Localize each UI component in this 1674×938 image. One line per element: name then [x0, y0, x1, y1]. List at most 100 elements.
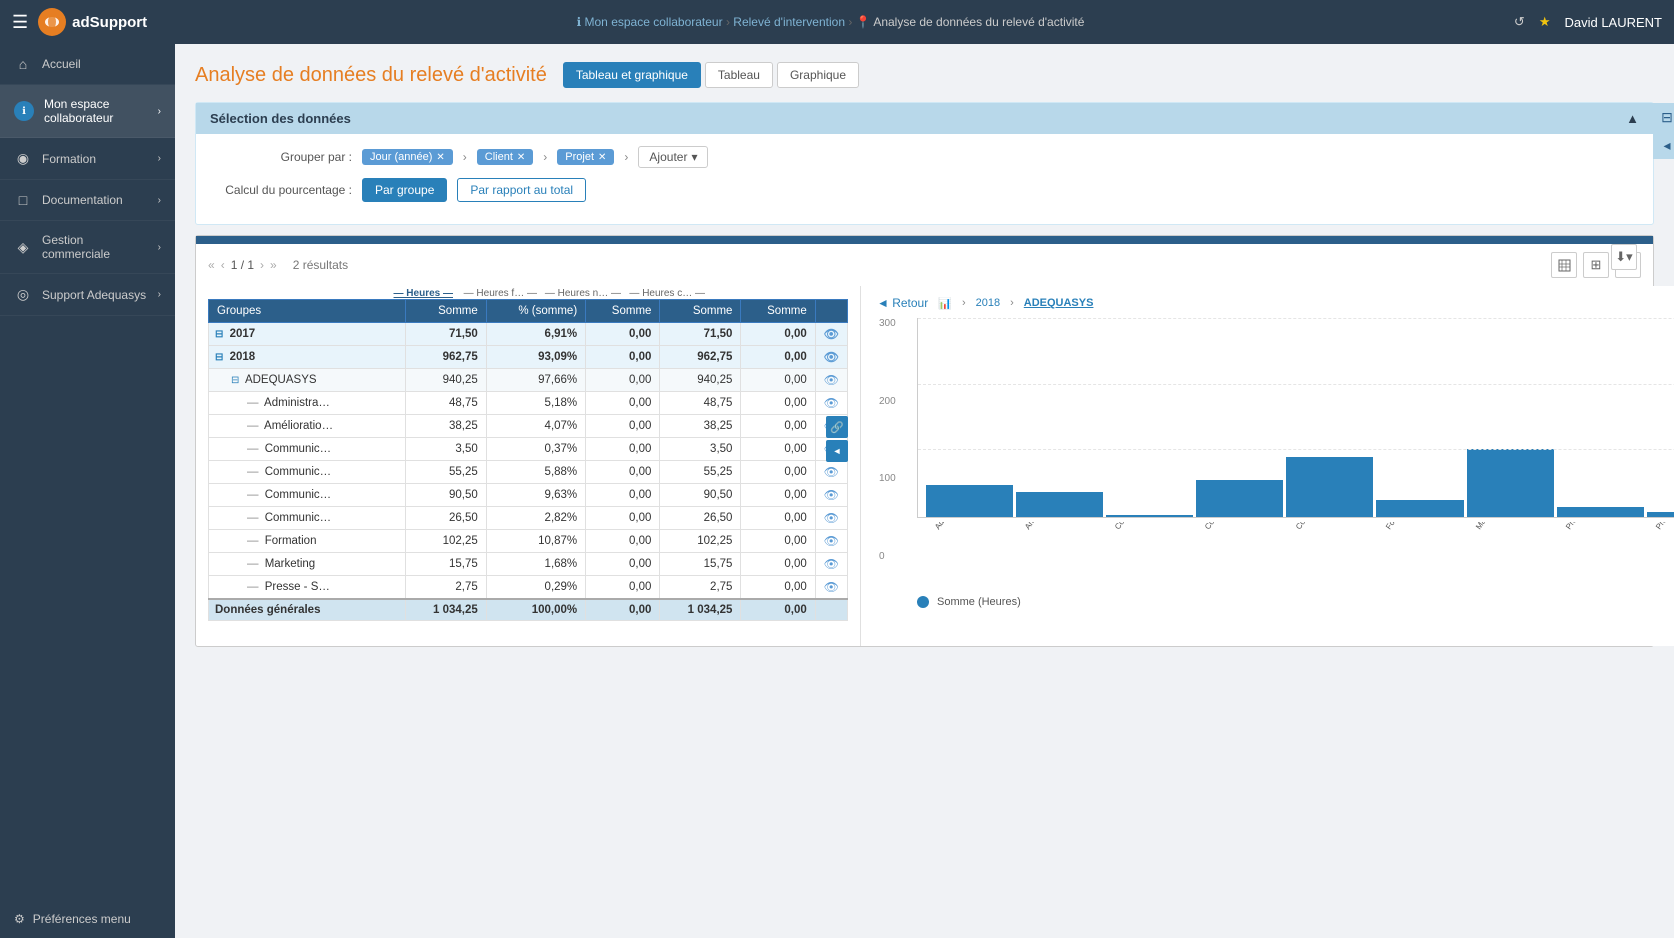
collapse-side-button[interactable]: ◂: [1653, 131, 1674, 159]
grouper-label: Grouper par :: [212, 150, 352, 164]
table-cell-eye[interactable]: 👁: [815, 507, 847, 530]
tag-projet-remove[interactable]: ✕: [598, 152, 606, 163]
eye-button[interactable]: 👁: [824, 327, 839, 341]
y-axis: 300 200 100 0: [879, 318, 896, 562]
bar: [1647, 512, 1674, 517]
table-cell-s4: 0,00: [741, 484, 815, 507]
eye-button[interactable]: 👁: [824, 511, 839, 525]
table-cell-somme: 48,75: [405, 392, 486, 415]
table-cell-eye[interactable]: 👁: [815, 369, 847, 392]
table-cell-pct: 0,29%: [486, 576, 585, 600]
sidebar-item-documentation[interactable]: □ Documentation ›: [0, 180, 175, 221]
bar-item[interactable]: [1106, 318, 1193, 517]
table-cell-eye[interactable]: 👁: [815, 553, 847, 576]
sidebar-item-formation[interactable]: ◉ Formation ›: [0, 138, 175, 180]
bar-item[interactable]: [1286, 318, 1373, 517]
favorites-icon[interactable]: ★: [1539, 14, 1551, 30]
pct-par-total[interactable]: Par rapport au total: [457, 178, 586, 202]
eye-button[interactable]: 👁: [824, 396, 839, 410]
eye-button[interactable]: 👁: [824, 373, 839, 387]
page-title: Analyse de données du relevé d'activité: [195, 64, 547, 87]
breadcrumb-info-icon: ℹ: [577, 15, 582, 29]
pct-par-groupe[interactable]: Par groupe: [362, 178, 447, 202]
add-label: Ajouter: [649, 150, 687, 164]
bar-item[interactable]: [1376, 318, 1463, 517]
side-expand-buttons: 🔗 ◄: [826, 416, 848, 462]
top-nav: ☰ adSupport ℹ Mon espace collaborateur ›…: [0, 0, 1674, 44]
chart-company[interactable]: ADEQUASYS: [1024, 297, 1094, 309]
table-cell-label: — Formation: [209, 530, 406, 553]
column-chooser-button[interactable]: ⊞: [1583, 252, 1609, 278]
filter-icon-button[interactable]: ⊟: [1653, 103, 1674, 131]
table-cell-pct: 10,87%: [486, 530, 585, 553]
hamburger-icon[interactable]: ☰: [12, 12, 28, 33]
table-cell-s2: 0,00: [586, 346, 660, 369]
table-cell-eye[interactable]: 👁: [815, 346, 847, 369]
chart-year[interactable]: 2018: [976, 297, 1000, 309]
last-page[interactable]: »: [270, 258, 277, 272]
tab-tableau-graphique[interactable]: Tableau et graphique: [563, 62, 701, 88]
add-group-button[interactable]: Ajouter ▾: [638, 146, 708, 168]
table-cell-eye[interactable]: 👁: [815, 484, 847, 507]
bar-label: Marketing du recrute…: [1466, 522, 1553, 592]
first-page[interactable]: «: [208, 258, 215, 272]
sidebar-item-gestion[interactable]: ◈ Gestion commerciale ›: [0, 221, 175, 274]
bar-label: Presse - Suisse: [1556, 522, 1643, 592]
table-cell-s4: 0,00: [741, 599, 815, 621]
history-icon[interactable]: ↺: [1514, 14, 1525, 30]
gridline-100: [918, 449, 1674, 450]
sidebar-item-mon-espace[interactable]: ℹ Mon espace collaborateur ›: [0, 85, 175, 138]
eye-button[interactable]: 👁: [824, 350, 839, 364]
table-cell-eye[interactable]: 👁: [815, 530, 847, 553]
breadcrumb-item-2[interactable]: Relevé d'intervention: [733, 15, 845, 29]
expand-all-button[interactable]: 🔗: [826, 416, 848, 438]
settings-icon: ⚙: [14, 912, 25, 926]
table-cell-eye[interactable]: 👁: [815, 461, 847, 484]
gridline-200: [918, 384, 1674, 385]
chevron-down-icon: ▾: [691, 150, 697, 164]
export-excel-button[interactable]: [1551, 252, 1577, 278]
eye-button[interactable]: 👁: [824, 465, 839, 479]
eye-button[interactable]: 👁: [824, 557, 839, 571]
table-cell-pct: 0,37%: [486, 438, 585, 461]
bars-container: [918, 318, 1674, 517]
tab-tableau[interactable]: Tableau: [705, 62, 773, 88]
bar-item[interactable]: [926, 318, 1013, 517]
tab-graphique[interactable]: Graphique: [777, 62, 859, 88]
chart-back-button[interactable]: ◄ Retour: [877, 296, 928, 310]
grouper-row: Grouper par : Jour (année) ✕ › Client ✕ …: [212, 146, 1637, 168]
eye-button[interactable]: 👁: [824, 488, 839, 502]
table-cell-s2: 0,00: [586, 392, 660, 415]
formation-icon: ◉: [14, 150, 32, 167]
bar-label: Administrati… R…: [925, 522, 1012, 592]
bar-item[interactable]: [1467, 318, 1554, 517]
bar-label: Communications diver…: [1286, 522, 1373, 592]
bar-item[interactable]: [1196, 318, 1283, 517]
bar-chart-container: 300 200 100 0: [917, 318, 1674, 592]
sidebar-prefs[interactable]: ⚙ Préférences menu: [0, 900, 175, 938]
tag-client-remove[interactable]: ✕: [517, 152, 525, 163]
table-cell-pct: 9,63%: [486, 484, 585, 507]
support-icon: ◎: [14, 286, 32, 303]
bar-item[interactable]: [1557, 318, 1644, 517]
bar-item[interactable]: [1016, 318, 1103, 517]
sidebar-item-accueil[interactable]: ⌂ Accueil: [0, 44, 175, 85]
table-cell-somme: 3,50: [405, 438, 486, 461]
tag-jour-remove[interactable]: ✕: [436, 152, 444, 163]
chart-download-button[interactable]: ⬇▾: [1611, 244, 1637, 270]
table-cell-eye[interactable]: 👁: [815, 323, 847, 346]
sidebar-item-support[interactable]: ◎ Support Adequasys ›: [0, 274, 175, 316]
next-page[interactable]: ›: [260, 258, 264, 272]
eye-button[interactable]: 👁: [824, 534, 839, 548]
legend-label: Somme (Heures): [937, 596, 1021, 608]
eye-button[interactable]: 👁: [824, 580, 839, 594]
breadcrumb-item-1[interactable]: Mon espace collaborateur: [585, 15, 723, 29]
collapse-icon[interactable]: ▲: [1626, 111, 1639, 126]
user-icon: ℹ: [14, 101, 34, 121]
bar-item[interactable]: [1647, 318, 1674, 517]
table-cell-s4: 0,00: [741, 415, 815, 438]
collapse-all-button[interactable]: ◄: [826, 440, 848, 462]
prev-page[interactable]: ‹: [221, 258, 225, 272]
table-cell-eye[interactable]: 👁: [815, 576, 847, 600]
table-cell-eye[interactable]: 👁: [815, 392, 847, 415]
